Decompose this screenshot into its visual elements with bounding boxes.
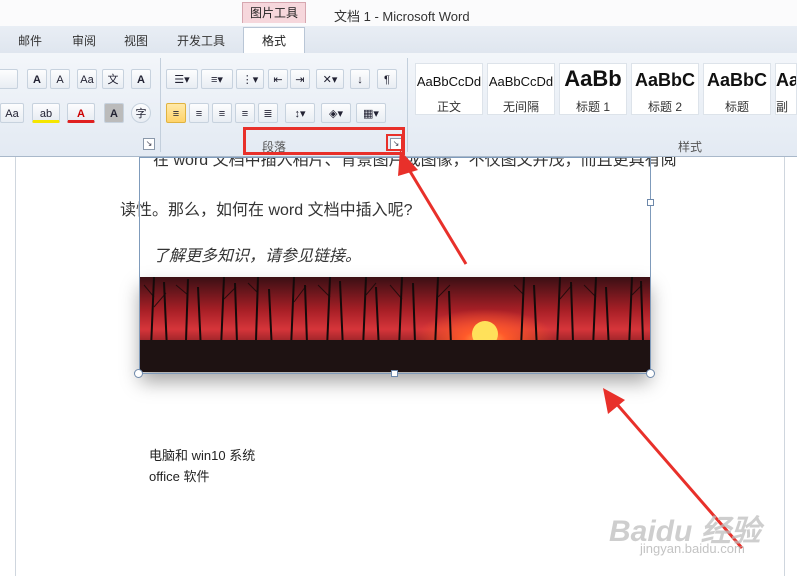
baidu-watermark-url: jingyan.baidu.com <box>640 541 745 556</box>
annotation-arrows <box>398 150 744 549</box>
